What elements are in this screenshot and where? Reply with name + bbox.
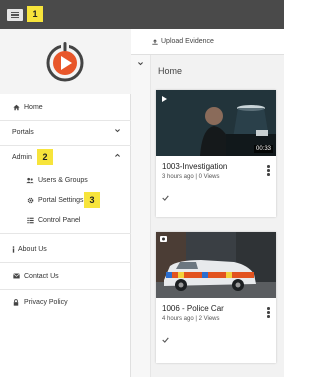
sidebar-item-admin[interactable]: Admin <box>0 150 131 164</box>
card-meta: 4 hours ago | 2 Views <box>162 316 220 322</box>
media-card[interactable]: 00:33 1003-Investigation 3 hours ago | 0… <box>156 90 276 217</box>
gear-icon <box>26 196 34 204</box>
sidebar-item-portals[interactable]: Portals <box>0 125 131 139</box>
annotation-badge-2: 2 <box>37 149 53 165</box>
section-title: Home <box>158 66 183 76</box>
media-card[interactable]: 1006 - Police Car 4 hours ago | 2 Views <box>156 232 276 363</box>
kebab-menu-icon[interactable] <box>267 165 270 176</box>
divider <box>0 233 131 234</box>
check-icon[interactable] <box>162 336 169 345</box>
check-icon[interactable] <box>162 194 169 203</box>
annotation-badge-1: 1 <box>27 6 43 22</box>
sidebar-item-label: Contact Us <box>24 272 59 280</box>
lock-icon <box>12 298 20 306</box>
brand-logo[interactable] <box>44 41 86 83</box>
list-icon <box>26 216 34 224</box>
sidebar-item-about[interactable]: About Us <box>0 242 131 256</box>
divider <box>0 120 131 121</box>
chevron-up-icon <box>114 152 121 161</box>
divider <box>0 145 131 146</box>
sidebar-item-label: About Us <box>18 245 47 253</box>
chevron-down-icon[interactable] <box>137 60 144 69</box>
info-icon <box>11 245 15 253</box>
sidebar-item-privacy[interactable]: Privacy Policy <box>0 295 131 309</box>
sidebar-item-home[interactable]: Home <box>0 100 131 114</box>
sidebar-item-label: Privacy Policy <box>24 298 68 306</box>
home-icon <box>12 103 20 111</box>
kebab-menu-icon[interactable] <box>267 307 270 318</box>
sidebar-item-label: Portals <box>12 128 34 136</box>
card-meta: 3 hours ago | 0 Views <box>162 174 220 180</box>
upload-evidence-button[interactable]: Upload Evidence <box>131 29 284 55</box>
upload-label: Upload Evidence <box>161 38 214 45</box>
sidebar-item-label: Home <box>24 103 43 111</box>
annotation-badge-3: 3 <box>84 192 100 208</box>
sidebar-item-label: Admin <box>12 153 32 161</box>
hamburger-icon[interactable] <box>7 9 23 21</box>
image-thumbnail[interactable] <box>156 232 276 298</box>
chevron-down-icon <box>114 127 121 136</box>
divider <box>0 262 131 263</box>
video-duration: 00:33 <box>253 145 273 153</box>
sidebar-item-portal-settings[interactable]: Portal Settings <box>0 193 131 207</box>
sidebar-item-label: Portal Settings <box>38 196 84 204</box>
video-thumbnail[interactable]: 00:33 <box>156 90 276 156</box>
users-icon <box>26 176 34 184</box>
sidebar-item-label: Users & Groups <box>38 176 88 184</box>
sidebar-item-control-panel[interactable]: Control Panel <box>0 213 131 227</box>
divider <box>0 289 131 290</box>
logo-area <box>0 29 131 94</box>
card-title[interactable]: 1006 - Police Car <box>162 304 276 313</box>
envelope-icon <box>12 272 20 280</box>
sidebar-item-users-groups[interactable]: Users & Groups <box>0 173 131 187</box>
sidebar-item-contact[interactable]: Contact Us <box>0 269 131 283</box>
collapse-strip <box>131 29 151 377</box>
sidebar-item-label: Control Panel <box>38 216 81 224</box>
card-title[interactable]: 1003-Investigation <box>162 162 276 171</box>
upload-icon <box>152 38 158 45</box>
sidebar: Home Portals Admin Users & Groups Portal… <box>0 29 131 377</box>
